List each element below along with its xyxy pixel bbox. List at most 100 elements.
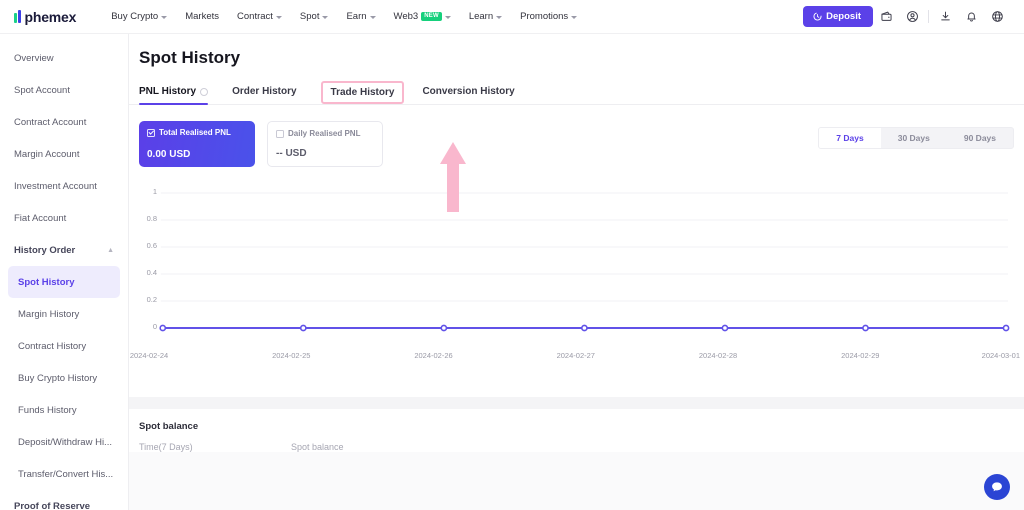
info-icon[interactable] — [200, 87, 209, 96]
deposit-label: Deposit — [826, 11, 861, 22]
x-tick: 2024-02-29 — [841, 351, 880, 360]
phemex-logo[interactable]: phemex — [14, 9, 76, 25]
chat-support-button[interactable] — [984, 474, 1010, 500]
pnl-card-total-realised[interactable]: Total Realised PNL 0.00 USD — [139, 121, 255, 167]
sidebar-item-contract-account[interactable]: Contract Account — [0, 106, 128, 138]
sidebar-item-label: Proof of Reserve — [14, 500, 91, 510]
bell-icon[interactable] — [958, 4, 984, 30]
download-icon[interactable] — [932, 4, 958, 30]
checkbox-checked-icon[interactable] — [147, 128, 155, 137]
nav-item-earn[interactable]: Earn — [337, 11, 384, 22]
sidebar: Overview Spot Account Contract Account M… — [0, 34, 129, 510]
history-tabs: PNL History Order History Trade History … — [129, 80, 1024, 105]
column-header-time: Time(7 Days) — [139, 442, 193, 452]
sidebar-item-label: Contract Account — [14, 116, 87, 128]
globe-icon[interactable] — [984, 4, 1010, 30]
tab-order-history[interactable]: Order History — [232, 80, 296, 104]
sidebar-item-fiat-account[interactable]: Fiat Account — [0, 202, 128, 234]
header-actions: Deposit — [803, 4, 1010, 30]
date-range-switch: 7 Days 30 Days 90 Days — [818, 127, 1014, 149]
pnl-summary-row: Total Realised PNL 0.00 USD Daily Realis… — [129, 105, 1024, 167]
y-tick: 0 — [152, 322, 157, 331]
new-badge: NEW — [421, 11, 442, 22]
nav-item-markets[interactable]: Markets — [176, 11, 228, 22]
range-button-30-days[interactable]: 30 Days — [881, 128, 947, 148]
chart-y-axis: 1 0.8 0.6 0.4 0.2 0 — [129, 185, 159, 350]
y-tick: 0.4 — [146, 268, 157, 277]
tab-pnl-history[interactable]: PNL History — [139, 80, 209, 105]
spot-balance-title: Spot balance — [139, 421, 199, 432]
x-tick: 2024-02-28 — [698, 351, 738, 360]
chevron-down-icon — [275, 15, 282, 19]
range-button-7-days[interactable]: 7 Days — [819, 128, 881, 148]
nav-label: Earn — [346, 11, 367, 22]
history-panel: Spot History PNL History Order History T… — [129, 34, 1024, 397]
sidebar-item-label: Margin Account — [14, 148, 80, 160]
pnl-card-daily-realised[interactable]: Daily Realised PNL -- USD — [267, 121, 383, 167]
y-tick: 0.8 — [146, 214, 157, 223]
sidebar-item-spot-account[interactable]: Spot Account — [0, 74, 128, 106]
nav-label: Contract — [237, 11, 273, 22]
nav-item-contract[interactable]: Contract — [228, 11, 291, 22]
main-nav: Buy Crypto Markets Contract Spot Earn We… — [102, 11, 586, 22]
nav-label: Markets — [185, 11, 220, 22]
chart-x-axis: 2024-02-24 2024-02-25 2024-02-26 2024-02… — [130, 351, 1020, 367]
sidebar-item-contract-history[interactable]: Contract History — [8, 330, 120, 362]
pnl-card-value: -- USD — [276, 148, 307, 159]
chevron-down-icon — [369, 15, 376, 19]
wallet-icon[interactable] — [873, 4, 899, 30]
tab-conversion-history[interactable]: Conversion History — [422, 80, 514, 104]
nav-item-promotions[interactable]: Promotions — [511, 11, 586, 22]
sidebar-item-label: Overview — [14, 52, 54, 64]
range-label: 90 Days — [963, 133, 996, 143]
logo-mark-icon — [14, 10, 21, 23]
chevron-down-icon — [496, 15, 503, 19]
pnl-chart: 1 0.8 0.6 0.4 0.2 0 2024-02-24 2024-02-2… — [129, 167, 1024, 397]
sidebar-item-buy-crypto-history[interactable]: Buy Crypto History — [8, 362, 120, 394]
x-tick: 2024-02-25 — [272, 351, 311, 360]
sidebar-subitem-label: Margin History — [18, 308, 80, 320]
nav-item-buy-crypto[interactable]: Buy Crypto — [102, 11, 176, 22]
sidebar-item-margin-account[interactable]: Margin Account — [0, 138, 128, 170]
spot-balance-table-header: Time(7 Days) Spot balance — [139, 442, 1014, 452]
sidebar-group-history-order[interactable]: History Order ▲ — [0, 234, 128, 266]
sidebar-subitem-label: Spot History — [18, 276, 75, 288]
sidebar-item-proof-of-reserve[interactable]: Proof of Reserve — [0, 490, 128, 510]
range-label: 30 Days — [897, 133, 930, 143]
deposit-icon — [813, 12, 822, 21]
checkbox-unchecked-icon[interactable] — [276, 129, 284, 138]
tab-label: Trade History — [330, 87, 395, 98]
sidebar-item-investment-account[interactable]: Investment Account — [0, 170, 128, 202]
logo-wordmark: phemex — [24, 8, 77, 25]
y-tick: 0.2 — [146, 295, 157, 304]
sidebar-item-margin-history[interactable]: Margin History — [8, 298, 120, 330]
sidebar-item-label: Spot Account — [14, 84, 70, 96]
nav-label: Promotions — [520, 11, 569, 22]
pnl-chart-plot — [159, 192, 1010, 332]
account-icon[interactable] — [899, 4, 925, 30]
tab-label: Order History — [232, 86, 297, 97]
sidebar-item-label: History Order — [14, 244, 76, 256]
nav-item-spot[interactable]: Spot — [291, 11, 338, 22]
nav-item-learn[interactable]: Learn — [460, 11, 511, 22]
nav-item-web3[interactable]: Web3 NEW — [385, 11, 460, 22]
tab-label: Conversion History — [422, 86, 515, 97]
sidebar-item-deposit-withdraw-history[interactable]: Deposit/Withdraw Hi... — [8, 426, 120, 458]
sidebar-item-funds-history[interactable]: Funds History — [8, 394, 120, 426]
sidebar-item-transfer-convert-history[interactable]: Transfer/Convert His... — [8, 458, 120, 490]
pnl-card-value: 0.00 USD — [147, 149, 191, 160]
chevron-down-icon — [322, 15, 329, 19]
sidebar-item-spot-history[interactable]: Spot History — [8, 266, 120, 298]
pnl-card-header: Total Realised PNL — [147, 128, 247, 137]
range-button-90-days[interactable]: 90 Days — [947, 128, 1013, 148]
sidebar-item-overview[interactable]: Overview — [0, 42, 128, 74]
page-title: Spot History — [129, 34, 1024, 68]
tab-trade-history[interactable]: Trade History — [320, 81, 405, 104]
pnl-card-label: Total Realised PNL — [159, 128, 231, 137]
y-tick: 0.6 — [146, 241, 157, 250]
sidebar-subitem-label: Contract History — [18, 340, 87, 352]
sidebar-subitem-label: Buy Crypto History — [18, 372, 98, 384]
sidebar-item-label: Investment Account — [14, 180, 97, 192]
deposit-button[interactable]: Deposit — [803, 6, 873, 27]
sidebar-subitem-label: Transfer/Convert His... — [18, 468, 114, 480]
